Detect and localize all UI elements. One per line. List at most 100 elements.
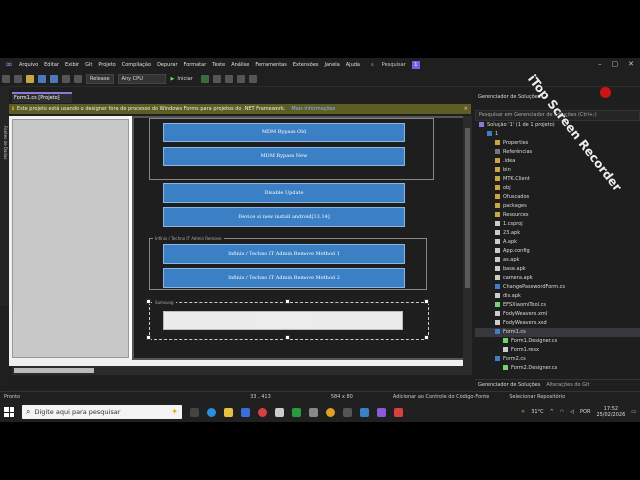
menu-item-arquivo[interactable]: Arquivo — [16, 62, 41, 68]
app-icon[interactable] — [360, 407, 369, 417]
chrome-icon[interactable] — [326, 407, 335, 417]
back-icon[interactable] — [2, 75, 10, 83]
file-explorer-icon[interactable] — [224, 407, 233, 417]
tree-item[interactable]: Form1.Designer.cs — [475, 337, 640, 346]
tree-item[interactable]: dis.apk — [475, 292, 640, 301]
tree-item[interactable]: Resources — [475, 211, 640, 220]
open-folder-icon[interactable] — [26, 75, 34, 83]
form-left-panel[interactable] — [12, 119, 129, 358]
minimize-icon[interactable]: – — [598, 60, 602, 68]
tree-item[interactable]: 1.csproj — [475, 220, 640, 229]
samsung-kg-remove-button[interactable]: Samsung KG Remove — [163, 311, 403, 330]
designer-horizontal-scrollbar[interactable] — [12, 366, 472, 375]
start-icon[interactable]: ▶ — [171, 76, 175, 82]
taskbar-search[interactable]: ⌕ Digite aqui para pesquisar ✦ — [22, 405, 182, 419]
spacing-icon[interactable] — [248, 75, 257, 83]
mdm-bypass-old-button[interactable]: MDM Bypass Old — [163, 123, 405, 142]
configuration-select[interactable]: Release — [86, 74, 114, 84]
menu-item-formatar[interactable]: Formatar — [181, 62, 210, 68]
menu-item-editar[interactable]: Editar — [41, 62, 62, 68]
save-all-icon[interactable] — [50, 75, 58, 83]
maximize-icon[interactable]: ▢ — [612, 60, 619, 68]
notifications-icon[interactable]: ▭ — [631, 409, 636, 415]
tree-item[interactable]: FodyWeavers.xml — [475, 310, 640, 319]
app-icon[interactable] — [309, 407, 318, 417]
tree-item[interactable]: .idea — [475, 157, 640, 166]
tree-item[interactable]: Form2.cs — [475, 355, 640, 364]
menu-item-exibir[interactable]: Exibir — [62, 62, 82, 68]
close-infobar-icon[interactable]: × — [464, 106, 468, 112]
tree-item[interactable]: EFSXiaomiTool.cs — [475, 301, 640, 310]
close-icon[interactable]: ✕ — [628, 60, 634, 68]
tree-item[interactable]: base.apk — [475, 265, 640, 274]
resize-handle-icon[interactable] — [146, 299, 151, 304]
menu-item-janela[interactable]: Janela — [322, 62, 343, 68]
resize-handle-icon[interactable] — [285, 335, 290, 340]
source-control-button[interactable]: Adicionar ao Controle do Código-Fonte — [393, 394, 489, 400]
align-icon[interactable] — [212, 75, 221, 83]
menu-item-compila-o[interactable]: Compilação — [119, 62, 154, 68]
layout-icon[interactable] — [224, 75, 233, 83]
scrollbar-thumb[interactable] — [465, 128, 470, 288]
language-indicator[interactable]: POR — [580, 409, 590, 415]
run-icon[interactable] — [200, 75, 209, 83]
store-icon[interactable] — [241, 407, 250, 417]
platform-select[interactable]: Any CPU — [117, 74, 166, 84]
select-repository-button[interactable]: Selecionar Repositório — [509, 394, 565, 400]
tree-item[interactable]: A.apk — [475, 238, 640, 247]
menu-item-an-lise[interactable]: Análise — [228, 62, 252, 68]
tree-item[interactable]: Referências — [475, 148, 640, 157]
mdm-bypass-new-button[interactable]: MDM Bypass New — [163, 147, 405, 166]
resize-handle-icon[interactable] — [146, 335, 151, 340]
tree-item[interactable]: 1 — [475, 130, 640, 139]
scrollbar-thumb[interactable] — [14, 368, 94, 373]
menu-item-extens-es[interactable]: Extensões — [290, 62, 322, 68]
network-icon[interactable]: ◠ — [560, 409, 564, 415]
data-sources-tab[interactable]: Fontes de Dados — [0, 86, 9, 306]
tree-item[interactable]: Form1.cs — [475, 328, 640, 337]
device-new-install-button[interactable]: Device si new install android[13.14] — [163, 207, 405, 227]
designer-vertical-scrollbar[interactable] — [463, 116, 472, 374]
form-body[interactable]: MDM Bypass Old MDM Bypass New Disable Up… — [132, 116, 468, 360]
chevron-up-icon[interactable]: ^ — [550, 409, 554, 415]
tree-item[interactable]: Form1.resx — [475, 346, 640, 355]
tree-item[interactable]: FodyWeavers.xsd — [475, 319, 640, 328]
volume-icon[interactable]: ◁ — [570, 409, 574, 415]
tree-item[interactable]: 23.apk — [475, 229, 640, 238]
tree-item[interactable]: Form2.Designer.cs — [475, 364, 640, 373]
tab-git-changes[interactable]: Alterações do Git — [546, 382, 589, 388]
app-icon[interactable] — [275, 407, 284, 417]
resize-handle-icon[interactable] — [424, 299, 429, 304]
visual-studio-taskbar-icon[interactable] — [377, 407, 386, 417]
search-icon[interactable]: ⌕ — [371, 62, 374, 68]
tree-item[interactable]: ChangePasswordForm.cs — [475, 283, 640, 292]
tab-solution-explorer[interactable]: Gerenciador de Soluções — [478, 382, 540, 388]
recorder-taskbar-icon[interactable] — [394, 407, 403, 417]
search-label[interactable]: Pesquisar — [382, 62, 406, 68]
tree-item[interactable]: packages — [475, 202, 640, 211]
save-icon[interactable] — [38, 75, 46, 83]
edge-icon[interactable] — [207, 407, 216, 417]
resize-handle-icon[interactable] — [424, 335, 429, 340]
menu-item-ajuda[interactable]: Ajuda — [343, 62, 363, 68]
disable-update-button[interactable]: Disable Update — [163, 183, 405, 203]
redo-icon[interactable] — [74, 75, 82, 83]
tree-item[interactable]: camera.apk — [475, 274, 640, 283]
visual-studio-logo-icon[interactable]: ∞ — [2, 59, 16, 71]
tree-item[interactable]: App.config — [475, 247, 640, 256]
app-icon[interactable] — [343, 407, 352, 417]
windows-start-icon[interactable] — [4, 407, 14, 417]
menu-item-ferramentas[interactable]: Ferramentas — [252, 62, 290, 68]
menu-item-projeto[interactable]: Projeto — [95, 62, 118, 68]
weather-temp[interactable]: 31°C — [531, 409, 543, 415]
tree-item[interactable]: as.apk — [475, 256, 640, 265]
forward-icon[interactable] — [14, 75, 22, 83]
resize-handle-icon[interactable] — [285, 299, 290, 304]
more-info-link[interactable]: Mais informações — [291, 106, 335, 112]
tree-item[interactable]: Properties — [475, 139, 640, 148]
tab-form1-designer[interactable]: Form1.cs [Projeto] — [12, 92, 72, 103]
menu-item-git[interactable]: Git — [82, 62, 95, 68]
task-view-icon[interactable] — [190, 407, 199, 417]
infinix-method-2-button[interactable]: Infinix / Techno IT Admin Remove Method … — [163, 268, 405, 288]
tree-item[interactable]: Ofuscados — [475, 193, 640, 202]
